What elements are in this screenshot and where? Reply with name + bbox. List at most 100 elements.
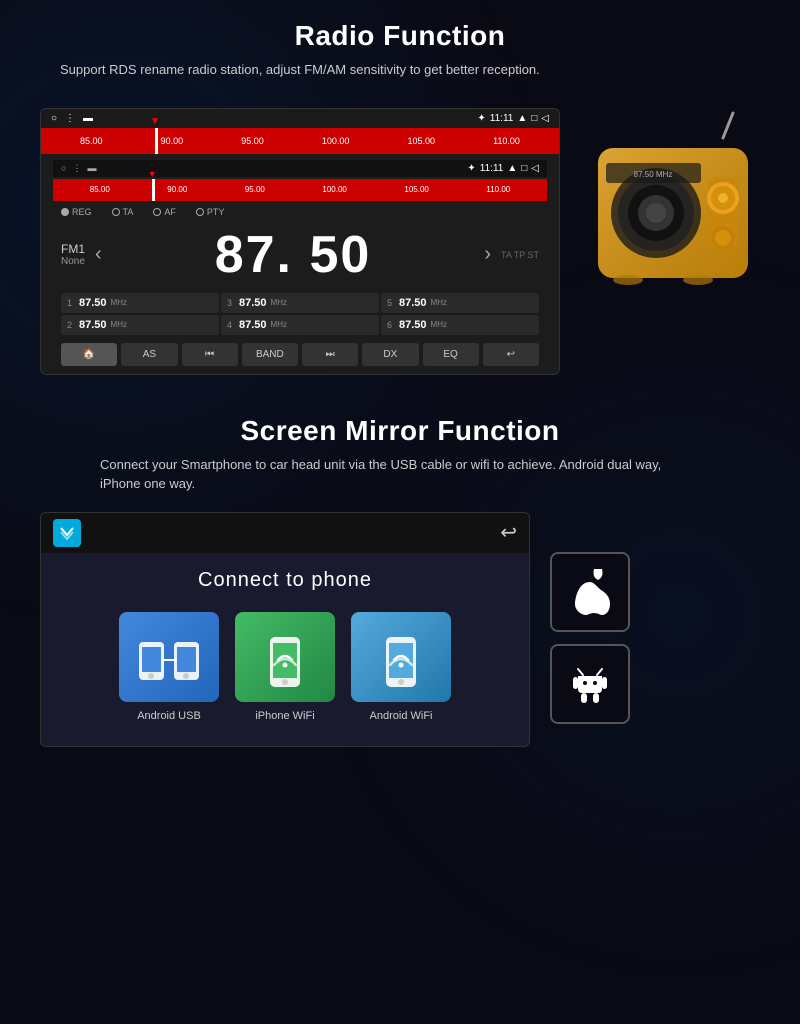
connect-title: Connect to phone <box>41 553 529 612</box>
outer-status-time: ✦ 11:11 ▲ □ ◁ <box>477 113 549 124</box>
preset-6-num: 6 <box>387 320 395 330</box>
preset-3[interactable]: 3 87.50 MHz <box>221 293 379 313</box>
radio-section: ○ ⋮ ▬ ✦ 11:11 ▲ □ ◁ 85.00 <box>0 98 800 385</box>
preset-4[interactable]: 4 87.50 MHz <box>221 315 379 335</box>
radio-physical-image: 87.50 MHz <box>576 108 760 308</box>
inner-signal-icon: ▲ <box>507 163 517 174</box>
back-icon: ◁ <box>541 113 549 124</box>
android-brand-box <box>550 644 630 724</box>
time-display: 11:11 <box>490 113 514 124</box>
iphone-wifi-svg <box>250 622 320 692</box>
preset-2[interactable]: 2 87.50 MHz <box>61 315 219 335</box>
eq-button[interactable]: EQ <box>423 343 479 366</box>
preset-3-freq: 87.50 <box>239 297 267 309</box>
android-usb-svg <box>134 622 204 692</box>
inner-freq-slider: 85.00 90.00 95.00 100.00 105.00 110.00 <box>53 179 547 201</box>
android-wifi-option[interactable]: Android WiFi <box>351 612 451 722</box>
mirror-app-icon <box>53 519 81 547</box>
preset-4-unit: MHz <box>271 320 287 329</box>
as-button[interactable]: AS <box>121 343 177 366</box>
inner-icons: ○ ⋮ ▬ <box>61 163 96 174</box>
signal-icon: ▲ <box>517 113 527 124</box>
preset-3-unit: MHz <box>271 298 287 307</box>
dx-button[interactable]: DX <box>362 343 418 366</box>
freq-indicator <box>155 128 158 154</box>
preset-1-freq: 87.50 <box>79 297 107 309</box>
inner-indicator <box>152 179 155 201</box>
iphone-wifi-option[interactable]: iPhone WiFi <box>235 612 335 722</box>
apple-brand-box <box>550 552 630 632</box>
android-usb-label: Android USB <box>137 710 201 722</box>
android-usb-option[interactable]: Android USB <box>119 612 219 722</box>
preset-2-unit: MHz <box>111 320 127 329</box>
preset-grid: 1 87.50 MHz 3 87.50 MHz 5 87.50 MHz <box>53 289 547 339</box>
inner-bluetooth-icon: ✦ <box>467 163 475 174</box>
band-button[interactable]: BAND <box>242 343 298 366</box>
photo-icon: ▬ <box>83 113 93 124</box>
freq-big-display: 87. 50 <box>112 225 475 285</box>
preset-5[interactable]: 5 87.50 MHz <box>381 293 539 313</box>
outer-freq-slider: 85.00 90.00 95.00 100.00 105.00 110.00 <box>41 128 559 154</box>
radio-content: ○ ⋮ ▬ ✦ 11:11 ▲ □ ◁ 85.00 <box>40 108 760 375</box>
preset-1-unit: MHz <box>111 298 127 307</box>
inner-window-icon: □ <box>521 163 527 174</box>
mode-pty-label: PTY <box>207 207 225 217</box>
mode-ta: TA <box>112 207 134 217</box>
mode-pty-dot <box>196 208 204 216</box>
fm-label-area: FM1 None <box>61 242 85 267</box>
inner-photo-icon: ▬ <box>87 163 96 174</box>
mirror-screen: ↩ Connect to phone <box>40 512 530 747</box>
outer-freq-scale: 85.00 90.00 95.00 100.00 105.00 110.00 <box>41 128 559 154</box>
mirror-top-bar: ↩ <box>41 513 529 553</box>
connect-options: Android USB <box>41 612 529 746</box>
android-logo-svg <box>570 661 610 707</box>
preset-6-freq: 87.50 <box>399 319 427 331</box>
mode-af-label: AF <box>164 207 176 217</box>
inner-back-icon: ◁ <box>531 163 539 174</box>
preset-3-num: 3 <box>227 298 235 308</box>
fm-sub: None <box>61 256 85 267</box>
freq-next-arrow[interactable]: › <box>484 243 491 266</box>
preset-4-num: 4 <box>227 320 235 330</box>
outer-status-icons: ○ ⋮ ▬ <box>51 113 93 124</box>
mirror-content: ↩ Connect to phone <box>40 512 760 747</box>
radio-controls: 🏠 AS ⏮ BAND ⏭ DX EQ ↩ <box>53 339 547 370</box>
circle-icon: ○ <box>51 113 57 124</box>
freq-display: FM1 None ‹ 87. 50 › TA TP ST <box>53 221 547 289</box>
radio-main: ○ ⋮ ▬ ✦ 11:11 ▲ □ ◁ <box>41 154 559 374</box>
mirror-section: Screen Mirror Function Connect your Smar… <box>0 395 800 757</box>
mode-pty: PTY <box>196 207 225 217</box>
page: Radio Function Support RDS rename radio … <box>0 0 800 1024</box>
freq-prev-arrow[interactable]: ‹ <box>95 243 102 266</box>
radio-section-desc: Support RDS rename radio station, adjust… <box>0 60 800 80</box>
radio-screen: ○ ⋮ ▬ ✦ 11:11 ▲ □ ◁ 85.00 <box>40 108 560 375</box>
mode-reg: REG <box>61 207 92 217</box>
outer-status-bar: ○ ⋮ ▬ ✦ 11:11 ▲ □ ◁ <box>41 109 559 128</box>
back-button[interactable]: ↩ <box>483 343 539 366</box>
inner-status-time: ✦ 11:11 ▲ □ ◁ <box>467 163 539 174</box>
preset-6[interactable]: 6 87.50 MHz <box>381 315 539 335</box>
svg-text:87.50 MHz: 87.50 MHz <box>634 170 673 179</box>
ta-tp-st-label: TA TP ST <box>501 250 539 260</box>
preset-2-num: 2 <box>67 320 75 330</box>
mode-af: AF <box>153 207 176 217</box>
mirror-back-button[interactable]: ↩ <box>500 520 517 545</box>
mirror-section-desc: Connect your Smartphone to car head unit… <box>40 455 760 494</box>
preset-5-num: 5 <box>387 298 395 308</box>
mode-reg-dot <box>61 208 69 216</box>
preset-1[interactable]: 1 87.50 MHz <box>61 293 219 313</box>
apple-logo-svg <box>570 569 610 615</box>
prev-button[interactable]: ⏮ <box>182 343 238 366</box>
home-button[interactable]: 🏠 <box>61 343 117 366</box>
mode-reg-label: REG <box>72 207 92 217</box>
inner-menu-icon: ⋮ <box>72 163 81 174</box>
inner-circle-icon: ○ <box>61 163 66 174</box>
preset-5-unit: MHz <box>431 298 447 307</box>
android-wifi-svg <box>366 622 436 692</box>
fm-label: FM1 <box>61 242 85 256</box>
brand-icons <box>550 512 630 724</box>
preset-2-freq: 87.50 <box>79 319 107 331</box>
next-button[interactable]: ⏭ <box>302 343 358 366</box>
preset-4-freq: 87.50 <box>239 319 267 331</box>
radio-modes: REG TA AF PTY <box>53 203 547 221</box>
